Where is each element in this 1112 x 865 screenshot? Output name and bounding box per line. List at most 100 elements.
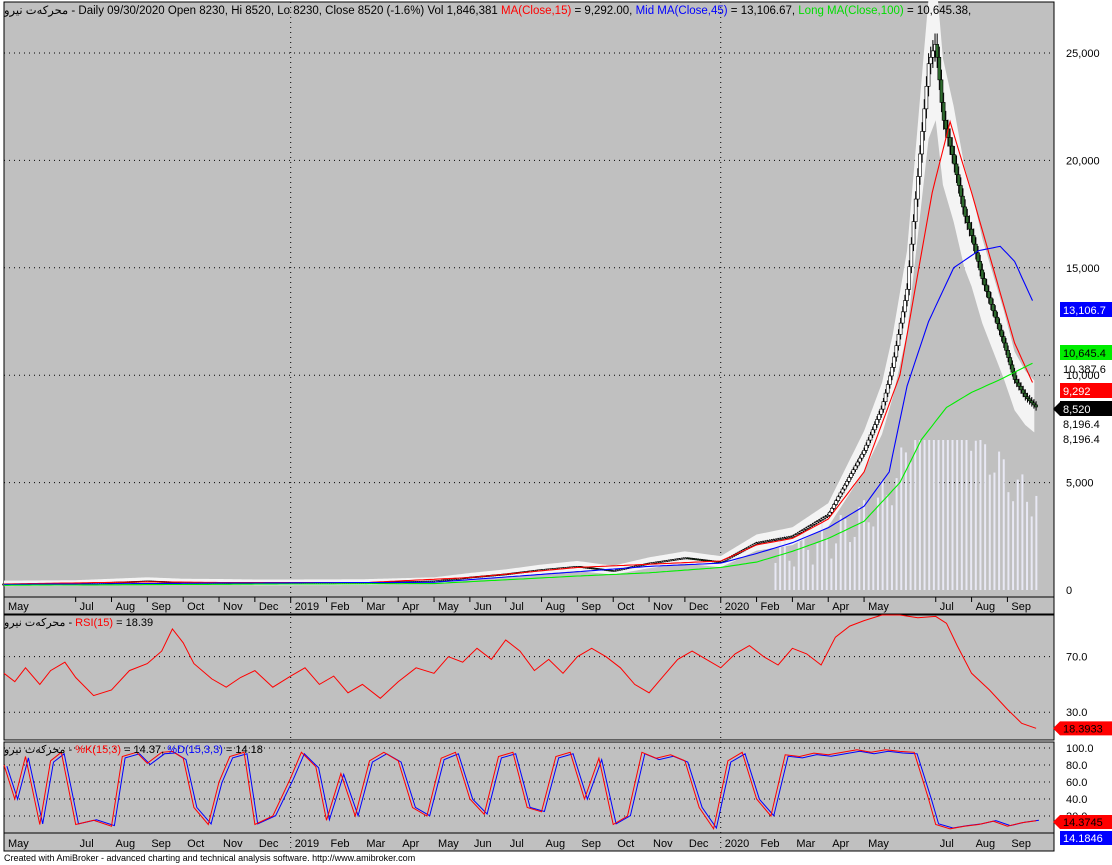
- candle-body: [1014, 379, 1019, 384]
- candle-body: [892, 356, 896, 368]
- volume-bar: [816, 543, 819, 590]
- candle-body: [1008, 357, 1013, 366]
- volume-bar: [970, 450, 973, 590]
- volume-bar: [853, 536, 856, 590]
- stoch-xtick-label: Jun: [474, 838, 492, 850]
- price-xtick-label: Dec: [689, 601, 709, 613]
- price-xtick-label: Jun: [474, 601, 492, 613]
- volume-bar: [890, 505, 893, 590]
- rsi-last-value: 18.3933: [1063, 723, 1103, 735]
- price-xtick-label: Aug: [116, 601, 136, 613]
- candle-body: [905, 288, 909, 301]
- candle-body: [935, 44, 939, 58]
- candle-body: [1017, 382, 1021, 387]
- price-xtick-label: Feb: [331, 601, 350, 613]
- price-xtick-label: Nov: [653, 601, 673, 613]
- volume-bar: [839, 515, 842, 590]
- price-xtick-label: May: [868, 601, 889, 613]
- candle-body: [965, 215, 970, 223]
- volume-bar: [965, 440, 968, 590]
- candle-body: [907, 266, 912, 290]
- price-ytick-label: 15,000: [1066, 263, 1100, 275]
- price-ytick-label: 25,000: [1066, 48, 1100, 60]
- stoch-xtick-label: Sep: [1011, 838, 1031, 850]
- candle-body: [941, 102, 946, 121]
- stoch-xtick-label: Mar: [796, 838, 815, 850]
- price-xtick-label: 2020: [725, 601, 749, 613]
- candle-body: [845, 481, 849, 486]
- candle-body: [840, 488, 845, 494]
- candle-body: [1004, 342, 1008, 351]
- candle-body: [881, 401, 886, 410]
- volume-bar: [895, 478, 898, 590]
- candle-body: [950, 145, 955, 155]
- stoch-xtick-label: Mar: [366, 838, 385, 850]
- candle-body: [961, 195, 965, 208]
- volume-bar: [946, 440, 949, 590]
- stoch-xtick-label: Nov: [653, 838, 673, 850]
- volume-bar: [951, 440, 954, 590]
- candle-body: [853, 465, 858, 471]
- stoch-xtick-label: May: [8, 838, 29, 850]
- candle-body: [920, 131, 924, 155]
- candle-body: [1002, 336, 1006, 344]
- price-xtick-label: Dec: [259, 601, 279, 613]
- stoch-d-value: = 14.18: [222, 744, 263, 756]
- candle-body: [834, 500, 838, 505]
- volume-bar: [932, 440, 935, 590]
- volume-bar: [960, 440, 963, 590]
- stoch-header: محرکه‌ت نیرو - %K(15,3) = 14.37, %D(15,3…: [4, 743, 263, 756]
- volume-bar: [779, 535, 782, 590]
- price-xtick-label: Mar: [796, 601, 815, 613]
- price-xtick-label: Mar: [366, 601, 385, 613]
- candle-body: [1025, 396, 1030, 400]
- stoch-xtick-label: Dec: [689, 838, 709, 850]
- candle-body: [989, 297, 993, 305]
- volume-bar: [928, 440, 931, 590]
- volume-bar: [956, 440, 959, 590]
- volume-bar: [783, 534, 786, 590]
- candle-body: [924, 85, 929, 110]
- candle-body: [1006, 349, 1010, 358]
- candle-body: [978, 261, 982, 271]
- candle-body: [1021, 389, 1025, 394]
- candle-body: [855, 461, 860, 467]
- candle-body: [956, 174, 961, 186]
- candle-body: [862, 450, 866, 455]
- level-value-1: 10,387.6: [1063, 364, 1106, 376]
- volume-bar: [1007, 492, 1010, 590]
- volume-bar: [942, 440, 945, 590]
- long-ma-legend: Long MA(Close,100): [798, 5, 904, 17]
- stoch-xtick-label: Jul: [940, 838, 954, 850]
- candle-body: [982, 278, 987, 286]
- candle-body: [896, 334, 901, 346]
- price-xtick-label: 2019: [295, 601, 319, 613]
- price-xtick-label: Jul: [510, 601, 524, 613]
- volume-bar: [811, 564, 814, 590]
- candle-body: [836, 496, 841, 501]
- stoch-d-legend: %D(15,3,3): [167, 744, 223, 756]
- candle-body: [943, 120, 948, 130]
- rsi-symbol: محرکه‌ت نیرو: [4, 617, 66, 629]
- candle-body: [877, 413, 881, 420]
- stoch-xtick-label: Feb: [331, 838, 350, 850]
- ma-legend: MA(Close,15): [501, 5, 572, 17]
- volume-bar: [923, 440, 926, 590]
- candle-body: [830, 508, 834, 513]
- candle-body: [948, 137, 952, 147]
- volume-bar: [867, 522, 870, 590]
- stoch-ytick-label: 60.0: [1066, 777, 1087, 789]
- rsi-panel: [3, 614, 1055, 741]
- volume-bar: [807, 549, 810, 590]
- price-xtick-label: Aug: [546, 601, 566, 613]
- footer-credit: Created with AmiBroker - advanced charti…: [4, 853, 416, 863]
- candle-body: [879, 408, 884, 415]
- price-xtick-label: Jul: [940, 601, 954, 613]
- volume-bar: [872, 526, 875, 590]
- stoch-xtick-label: Feb: [761, 838, 780, 850]
- price-xtick-label: Oct: [617, 601, 634, 613]
- chart: 05,00010,00015,00020,00025,00030.070.020…: [2, 0, 1112, 852]
- candle-body: [999, 329, 1004, 337]
- candle-body: [967, 222, 972, 230]
- stoch-xtick-label: Jul: [80, 838, 94, 850]
